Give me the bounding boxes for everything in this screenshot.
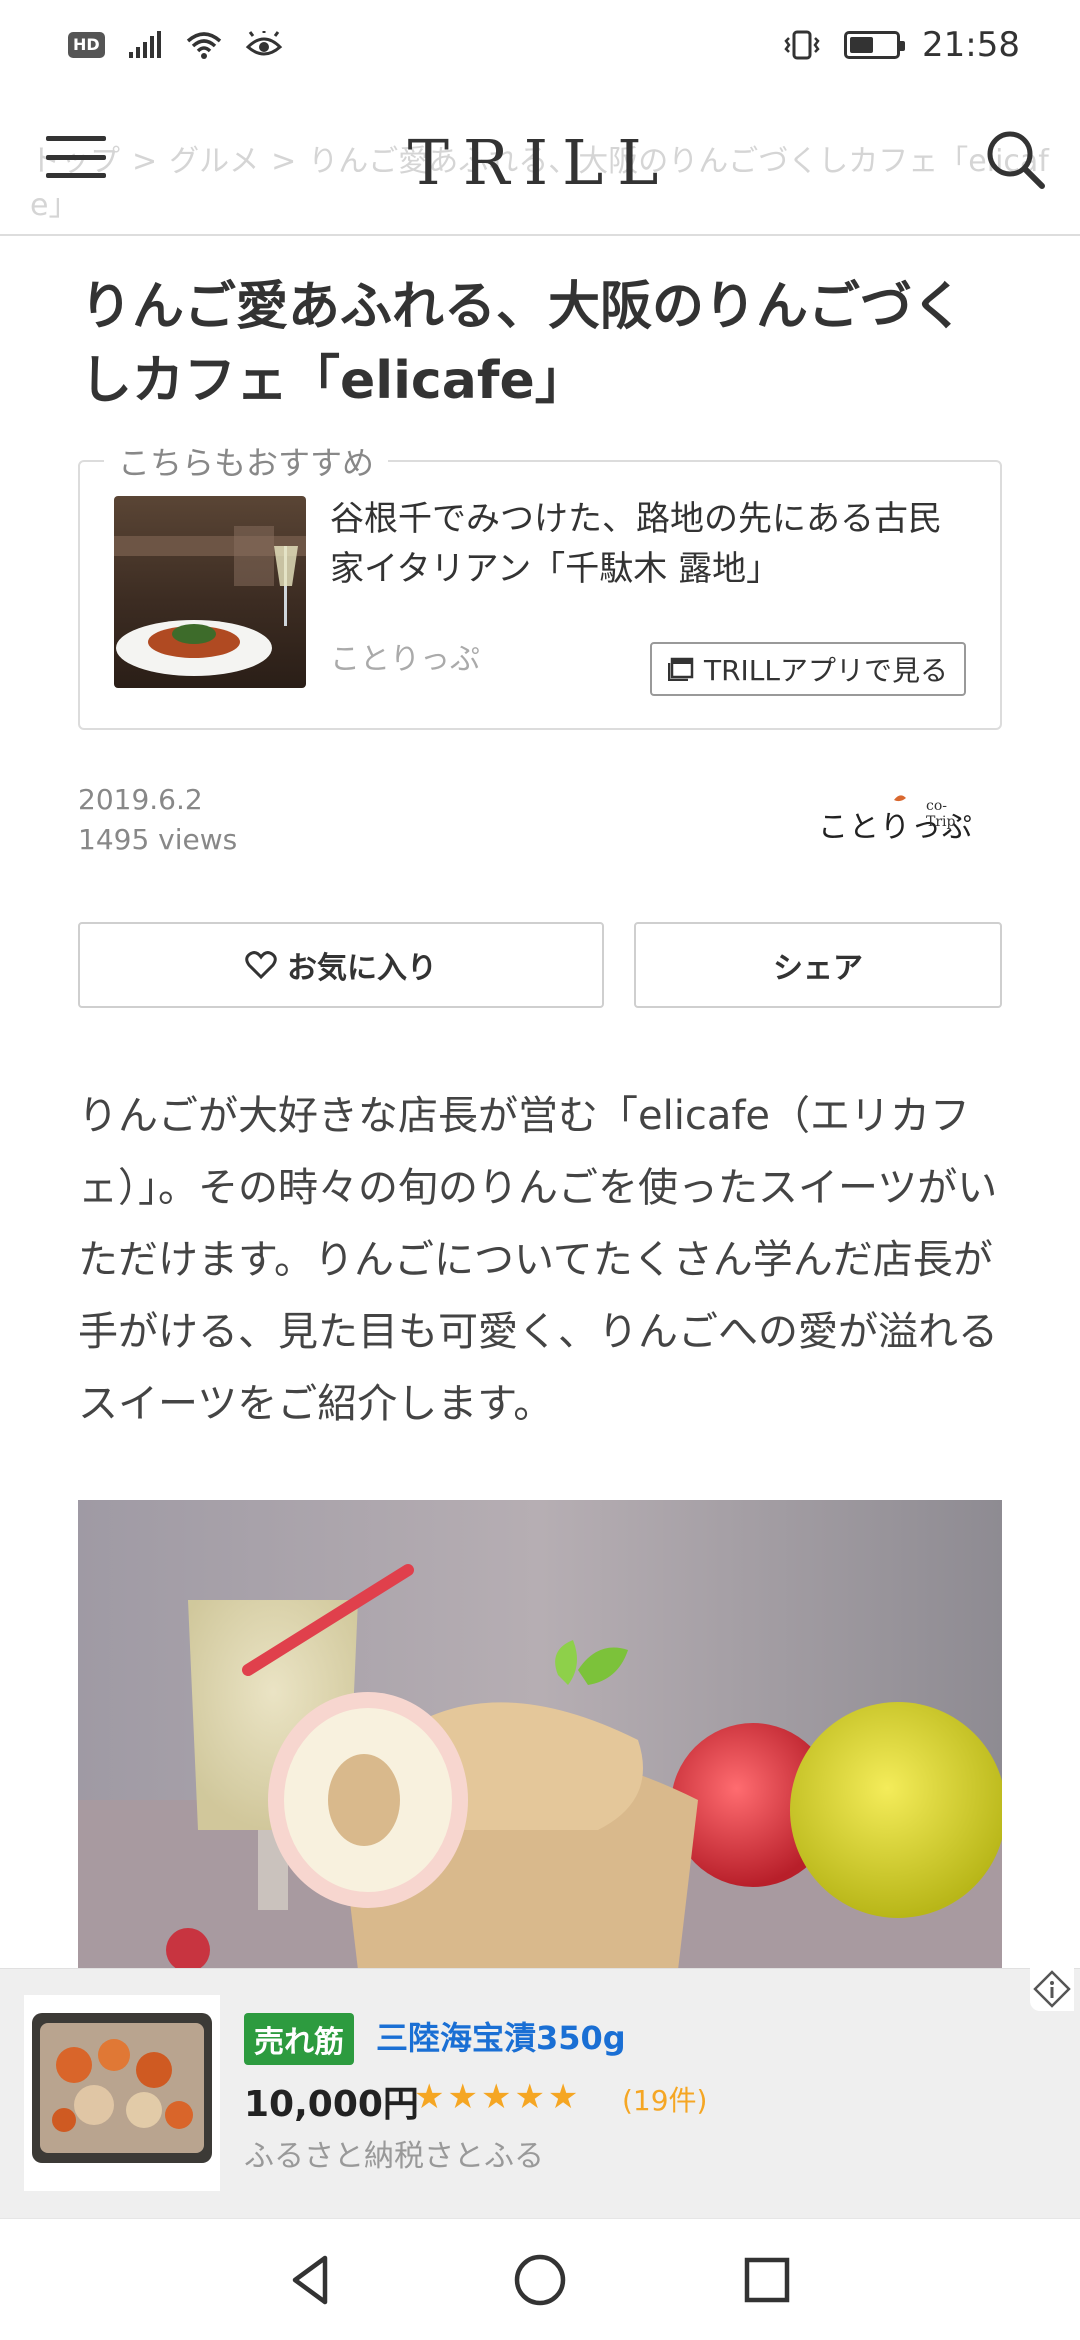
battery-icon [844,31,906,59]
status-bar: HD 21:58 [0,0,1080,90]
recommend-card[interactable]: こちらもおすすめ 谷根千でみつけた、路地の先にある古民家イタリアン「千駄木 露地… [78,438,1002,730]
eye-icon [245,31,282,56]
article-main-photo [78,1500,1002,1970]
ad-product-name[interactable]: 三陸海宝漬350g [376,2013,626,2059]
ad-price: 10,000円 [244,2084,419,2125]
recommend-legend: こちらもおすすめ [104,438,389,484]
ad-badge: 売れ筋 [244,2013,354,2065]
search-icon[interactable] [980,124,1050,194]
open-in-app-button[interactable]: TRILLアプリで見る [649,642,966,696]
status-right: 21:58 [782,25,1020,65]
system-navigation-bar [0,2218,1080,2340]
share-button[interactable]: シェア [634,922,1002,1008]
publisher-logo-en: co-Trip [926,798,956,830]
article-title: りんご愛あふれる、大阪のりんごづくしカフェ「elicafe」 [80,277,965,411]
wifi-icon [186,32,221,59]
hd-badge: HD [68,32,105,58]
article-meta: 2019.6.2 1495 views [78,780,237,860]
recommend-title[interactable]: 谷根千でみつけた、路地の先にある古民家イタリアン「千駄木 露地」 [330,494,970,594]
view-count: 1495 views [78,823,238,856]
ad-review-count: (19件) [622,2084,708,2117]
bird-icon [894,795,906,802]
back-icon[interactable] [283,2250,343,2310]
ad-product-image[interactable] [24,1995,220,2191]
publish-date: 2019.6.2 [78,783,203,816]
app-window-icon [667,657,694,681]
article-lead: りんごが大好きな店長が営む「elicafe（エリカフェ）」。その時々の旬のりんご… [78,1093,998,1427]
site-logo[interactable]: TRILL [0,126,1080,199]
ad-banner[interactable]: 売れ筋 三陸海宝漬350g 10,000円 ★★★★★ (19件) ふるさと納税… [0,1967,1080,2218]
publisher-logo[interactable]: ことりっぷ co-Trip [814,790,974,850]
recommend-source: ことりっぷ [330,642,480,677]
clock: 21:58 [922,25,1020,65]
share-label: シェア [773,951,863,986]
signal-icon [128,31,161,58]
heart-icon [245,951,277,980]
ad-rating-stars: ★★★★★ [414,2077,582,2117]
favorite-button[interactable]: お気に入り [78,922,604,1008]
ad-shop-name: ふるさと納税さとふる [244,2139,544,2174]
status-left: HD [68,30,283,60]
open-in-app-label: TRILLアプリで見る [703,654,948,687]
home-icon[interactable] [510,2250,570,2310]
favorite-label: お気に入り [287,951,437,986]
recents-icon[interactable] [737,2250,797,2310]
info-icon[interactable] [1030,1967,1074,2011]
header: トップ > グルメ > りんご愛あふれる、大阪のりんごづくしカフェ「elicafe」 T… [0,90,1080,236]
vibrate-icon [784,30,820,60]
recommend-thumbnail[interactable] [114,496,306,688]
